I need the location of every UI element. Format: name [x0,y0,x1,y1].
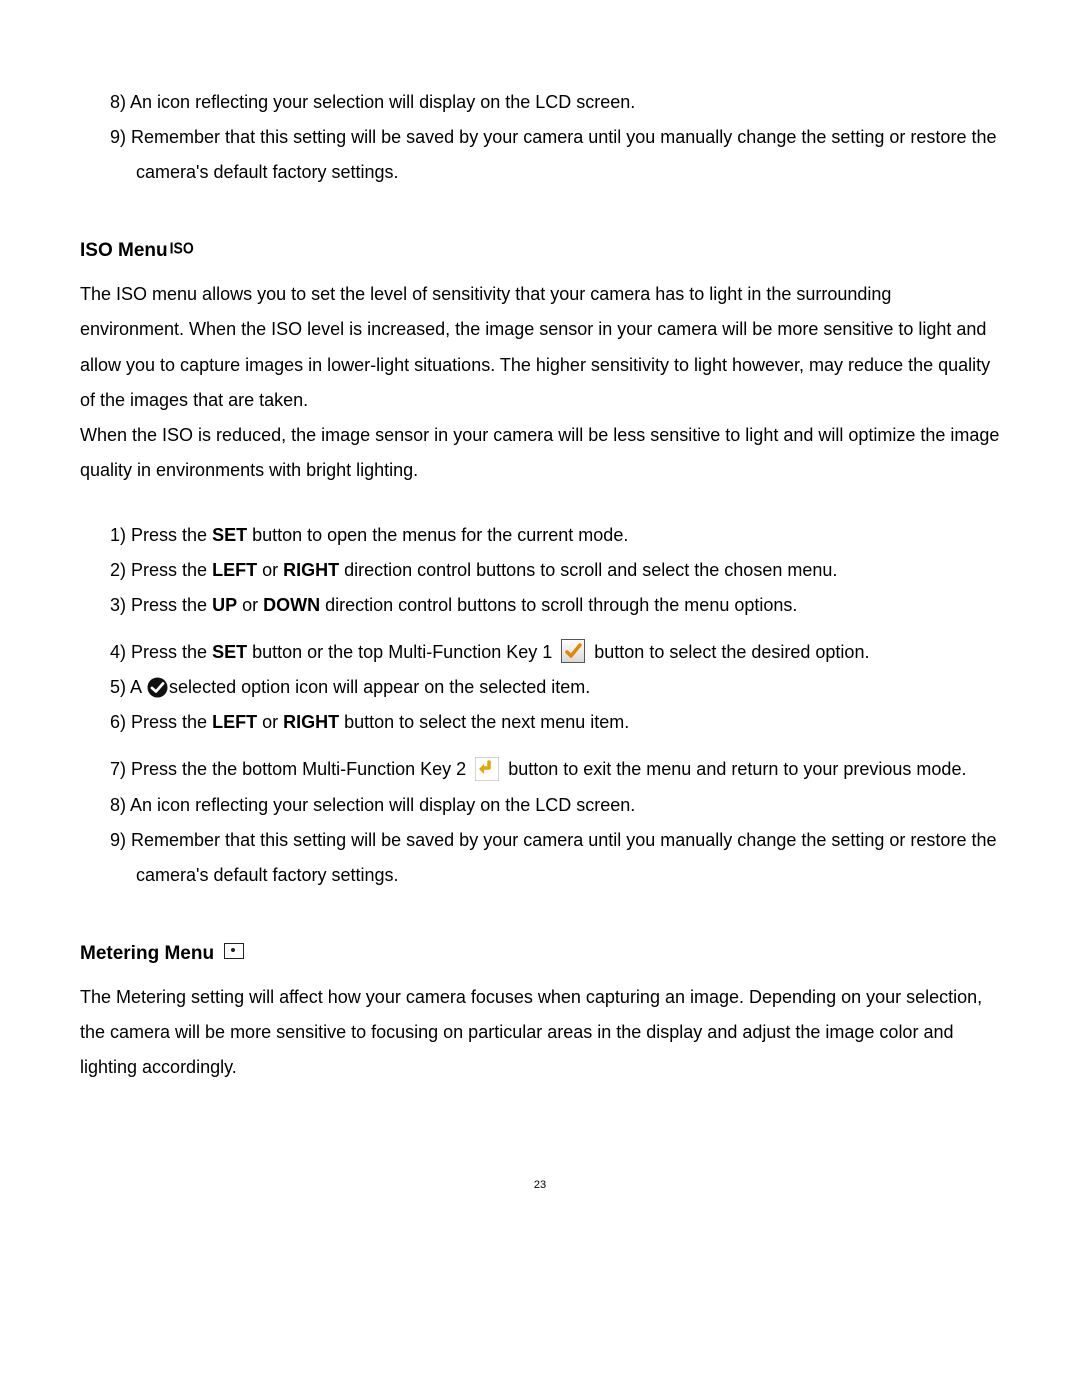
list-item: 3) Press the UP or DOWN direction contro… [80,588,1000,623]
metering-paragraph: The Metering setting will affect how you… [80,980,1000,1085]
iso-paragraph-2: When the ISO is reduced, the image senso… [80,418,1000,488]
list-item: 4) Press the SET button or the top Multi… [80,635,1000,670]
list-number: 8) [110,795,126,815]
list-text: Remember that this setting will be saved… [131,127,996,182]
text: or [257,712,283,732]
list-item: 5) A selected option icon will appear on… [80,670,1000,705]
text: or [237,595,263,615]
list-item: 8) An icon reflecting your selection wil… [80,85,1000,120]
heading-text: Metering Menu [80,935,214,972]
bold-right: RIGHT [283,560,339,580]
list-number: 4) [110,642,126,662]
text: Press the [131,560,212,580]
iso-menu-heading: ISO Menu ISO [80,232,1000,269]
text: button to open the menus for the current… [247,525,628,545]
iso-steps-list: 1) Press the SET button to open the menu… [80,518,1000,893]
list-item: 1) Press the SET button to open the menu… [80,518,1000,553]
bold-set: SET [212,525,247,545]
continued-list: 8) An icon reflecting your selection wil… [80,85,1000,190]
list-text: Remember that this setting will be saved… [131,830,996,885]
metering-icon [224,943,244,959]
list-item: 9) Remember that this setting will be sa… [80,120,1000,190]
list-item: 9) Remember that this setting will be sa… [80,823,1000,893]
multifunction-key-1-icon [561,639,585,663]
text: A [130,677,146,697]
text: direction control buttons to scroll thro… [320,595,797,615]
list-number: 2) [110,560,126,580]
bold-left: LEFT [212,560,257,580]
text: selected option icon will appear on the … [169,677,590,697]
list-number: 6) [110,712,126,732]
list-number: 1) [110,525,126,545]
list-number: 7) [110,759,126,779]
bold-set: SET [212,642,247,662]
text: or [257,560,283,580]
text: Press the [131,712,212,732]
text: Press the the bottom Multi-Function Key … [131,759,471,779]
metering-menu-heading: Metering Menu [80,935,1000,972]
text: Press the [131,525,212,545]
multifunction-key-2-icon [475,757,499,781]
list-item: 8) An icon reflecting your selection wil… [80,788,1000,823]
list-item: 7) Press the the bottom Multi-Function K… [80,752,1000,787]
heading-text: ISO Menu [80,232,168,269]
bold-down: DOWN [263,595,320,615]
list-text: An icon reflecting your selection will d… [130,92,635,112]
bold-up: UP [212,595,237,615]
text: Press the [131,642,212,662]
page-number: 23 [80,1175,1000,1196]
text: button to select the next menu item. [339,712,629,732]
list-text: An icon reflecting your selection will d… [130,795,635,815]
iso-paragraph: The ISO menu allows you to set the level… [80,277,1000,417]
iso-icon: ISO [170,233,194,264]
list-number: 8) [110,92,126,112]
bold-right: RIGHT [283,712,339,732]
text: Press the [131,595,212,615]
list-item: 6) Press the LEFT or RIGHT button to sel… [80,705,1000,740]
selected-check-icon [147,677,168,698]
bold-left: LEFT [212,712,257,732]
text: direction control buttons to scroll and … [339,560,837,580]
list-item: 2) Press the LEFT or RIGHT direction con… [80,553,1000,588]
list-number: 9) [110,127,126,147]
text: button or the top Multi-Function Key 1 [247,642,557,662]
list-number: 5) [110,677,126,697]
text: button to select the desired option. [589,642,869,662]
list-number: 9) [110,830,126,850]
text: button to exit the menu and return to yo… [503,759,966,779]
list-number: 3) [110,595,126,615]
